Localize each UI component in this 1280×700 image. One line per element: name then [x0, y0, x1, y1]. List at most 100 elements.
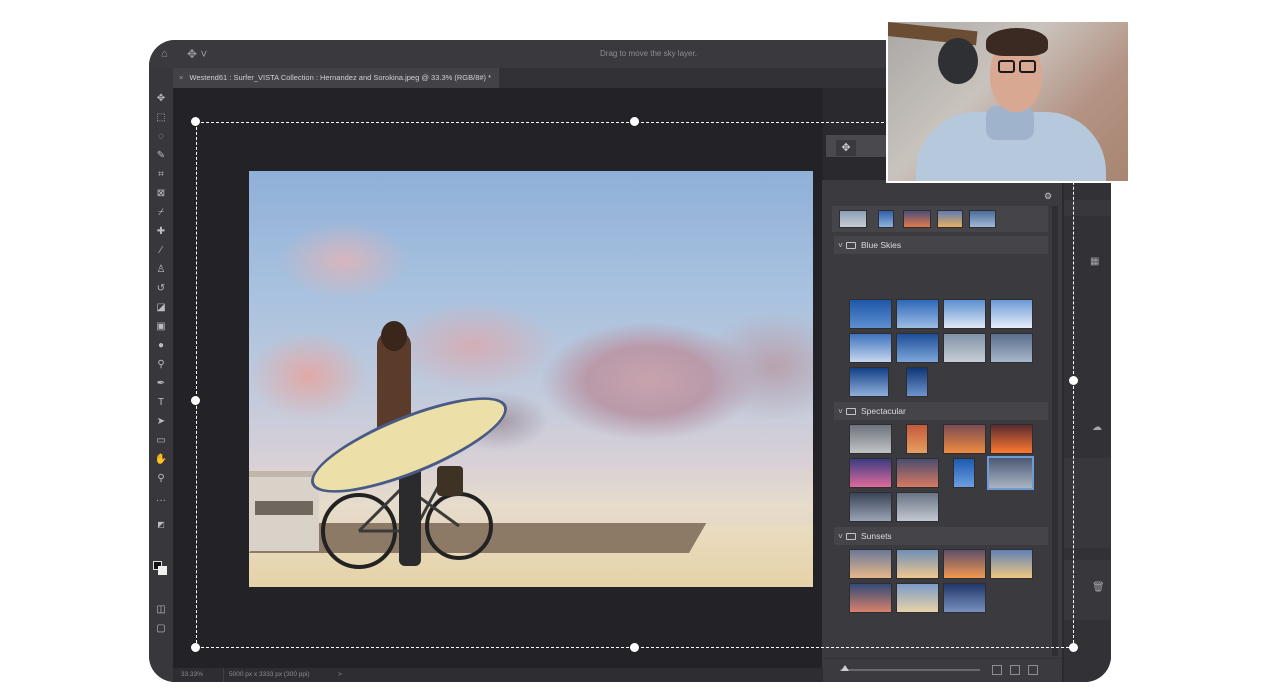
quick-mask-icon[interactable]: ◫ [153, 603, 169, 617]
zoom-tool-icon[interactable]: ⚲ [153, 472, 169, 486]
sky-thumbnail[interactable] [849, 492, 892, 522]
sky-thumbnail[interactable] [953, 458, 975, 488]
gear-icon[interactable]: ⚙ [1044, 191, 1052, 202]
new-sky-icon[interactable] [1010, 665, 1020, 675]
sky-thumbnail[interactable] [990, 549, 1033, 579]
sky-thumbnail[interactable] [943, 424, 986, 454]
glasses [998, 60, 1038, 74]
transform-handle[interactable] [630, 643, 639, 652]
transform-handle[interactable] [191, 117, 200, 126]
transform-handle[interactable] [1069, 643, 1078, 652]
default-colors-icon[interactable]: ◩ [153, 518, 169, 532]
sky-thumbnail[interactable] [943, 549, 986, 579]
sky-thumbnail[interactable] [839, 210, 867, 228]
sky-thumbnail[interactable] [896, 549, 939, 579]
new-folder-icon[interactable] [992, 665, 1002, 675]
folder-label: Spectacular [860, 406, 906, 416]
webcam-overlay [886, 20, 1130, 183]
move-tool-icon[interactable]: ✥ [153, 92, 169, 106]
sky-thumbnail[interactable] [896, 333, 939, 363]
trash-icon[interactable]: 🗑 [1092, 582, 1105, 593]
presenter-hair [986, 28, 1048, 56]
screen-mode-icon[interactable]: ▢ [153, 622, 169, 636]
brush-tool-icon[interactable]: ∕ [153, 244, 169, 258]
type-tool-icon[interactable]: T [153, 396, 169, 410]
sky-thumbnail-selected[interactable] [987, 456, 1034, 490]
panel-scrollbar[interactable] [1052, 206, 1058, 656]
pen-tool-icon[interactable]: ✒ [153, 377, 169, 391]
transform-handle[interactable] [191, 396, 200, 405]
gradient-tool-icon[interactable]: ▣ [153, 320, 169, 334]
folder-label: Sunsets [860, 531, 892, 541]
folder-label: Blue Skies [860, 240, 902, 250]
lasso-tool-icon[interactable]: ◌ [153, 130, 169, 144]
sky-thumbnail[interactable] [990, 299, 1033, 329]
sky-thumbnail[interactable] [906, 367, 928, 397]
sky-thumbnail[interactable] [903, 210, 931, 228]
transform-handle[interactable] [1069, 376, 1078, 385]
sky-thumbnail[interactable] [969, 210, 996, 228]
sky-thumbnail[interactable] [896, 492, 939, 522]
eyedropper-tool-icon[interactable]: ⌿ [153, 206, 169, 220]
person-head [381, 321, 407, 351]
sky-thumbnail[interactable] [849, 424, 892, 454]
hand-tool-icon[interactable]: ✋ [153, 453, 169, 467]
chevron-down-icon[interactable]: ˅ [838, 531, 843, 541]
sky-thumbnail[interactable] [878, 210, 894, 228]
rectangle-tool-icon[interactable]: ▭ [153, 434, 169, 448]
crop-tool-icon[interactable]: ⌗ [153, 168, 169, 182]
sky-thumbnail[interactable] [849, 367, 889, 397]
sky-thumbnail[interactable] [896, 583, 939, 613]
home-icon[interactable]: ⌂ [161, 48, 173, 60]
background-color-swatch[interactable] [158, 566, 167, 575]
sky-thumbnail[interactable] [896, 458, 939, 488]
sky-thumbnail[interactable] [943, 583, 986, 613]
healing-tool-icon[interactable]: ✚ [153, 225, 169, 239]
sky-thumbnail[interactable] [906, 424, 928, 454]
sky-thumbnail[interactable] [937, 210, 963, 228]
quick-select-tool-icon[interactable]: ✎ [153, 149, 169, 163]
sky-thumbnail[interactable] [896, 299, 939, 329]
sky-thumbnail[interactable] [990, 333, 1033, 363]
sky-thumbnail[interactable] [943, 333, 986, 363]
sky-thumbnail[interactable] [849, 549, 892, 579]
grid-view-icon[interactable]: ▦ [1090, 256, 1099, 267]
status-bar: 33.33% 5000 px x 3333 px (300 ppi) > [173, 668, 823, 682]
canvas-area[interactable] [173, 88, 823, 668]
thumbnail-size-slider[interactable] [840, 669, 980, 671]
status-menu-arrow[interactable]: > [338, 668, 342, 682]
chevron-down-icon[interactable]: ˅ [838, 240, 843, 250]
path-select-tool-icon[interactable]: ➤ [153, 415, 169, 429]
sky-thumbnail[interactable] [990, 424, 1033, 454]
folder-spectacular[interactable]: ˅ Spectacular [834, 402, 1048, 420]
frame-tool-icon[interactable]: ⊠ [153, 187, 169, 201]
document-tab[interactable]: × Westend61 : Surfer_VISTA Collection : H… [173, 68, 500, 88]
sky-thumbnail[interactable] [849, 299, 892, 329]
sky-thumbnail[interactable] [849, 333, 892, 363]
clone-stamp-tool-icon[interactable]: ♙ [153, 263, 169, 277]
tools-panel: ✥ ⬚ ◌ ✎ ⌗ ⊠ ⌿ ✚ ∕ ♙ ↺ ◪ ▣ ● ⚲ ✒ T ➤ ▭ ✋ … [149, 68, 173, 682]
move-tool-options-icon[interactable]: ✥ ˅ [187, 47, 207, 61]
slider-handle[interactable] [841, 665, 849, 671]
eraser-tool-icon[interactable]: ◪ [153, 301, 169, 315]
folder-blue-skies[interactable]: ˅ Blue Skies [834, 236, 1048, 254]
transform-handle[interactable] [191, 643, 200, 652]
sky-thumbnail[interactable] [849, 583, 892, 613]
marquee-tool-icon[interactable]: ⬚ [153, 111, 169, 125]
close-tab-icon[interactable]: × [179, 73, 183, 82]
zoom-level[interactable]: 33.33% [181, 668, 203, 682]
recent-skies-row [832, 206, 1048, 232]
blur-tool-icon[interactable]: ● [153, 339, 169, 353]
sky-presets-panel: ⚙ ˅ Blue Skies ˅ Spectacular ˅ Sunsets [822, 180, 1062, 682]
delete-icon[interactable] [1028, 665, 1038, 675]
transform-handle[interactable] [630, 117, 639, 126]
surfer-photo[interactable] [249, 171, 813, 587]
history-brush-tool-icon[interactable]: ↺ [153, 282, 169, 296]
move-icon[interactable]: ✥ [836, 140, 856, 156]
more-tools-icon[interactable]: ··· [153, 494, 169, 508]
dodge-tool-icon[interactable]: ⚲ [153, 358, 169, 372]
sky-thumbnail[interactable] [943, 299, 986, 329]
sky-thumbnail[interactable] [849, 458, 892, 488]
chevron-down-icon[interactable]: ˅ [838, 406, 843, 416]
folder-sunsets[interactable]: ˅ Sunsets [834, 527, 1048, 545]
